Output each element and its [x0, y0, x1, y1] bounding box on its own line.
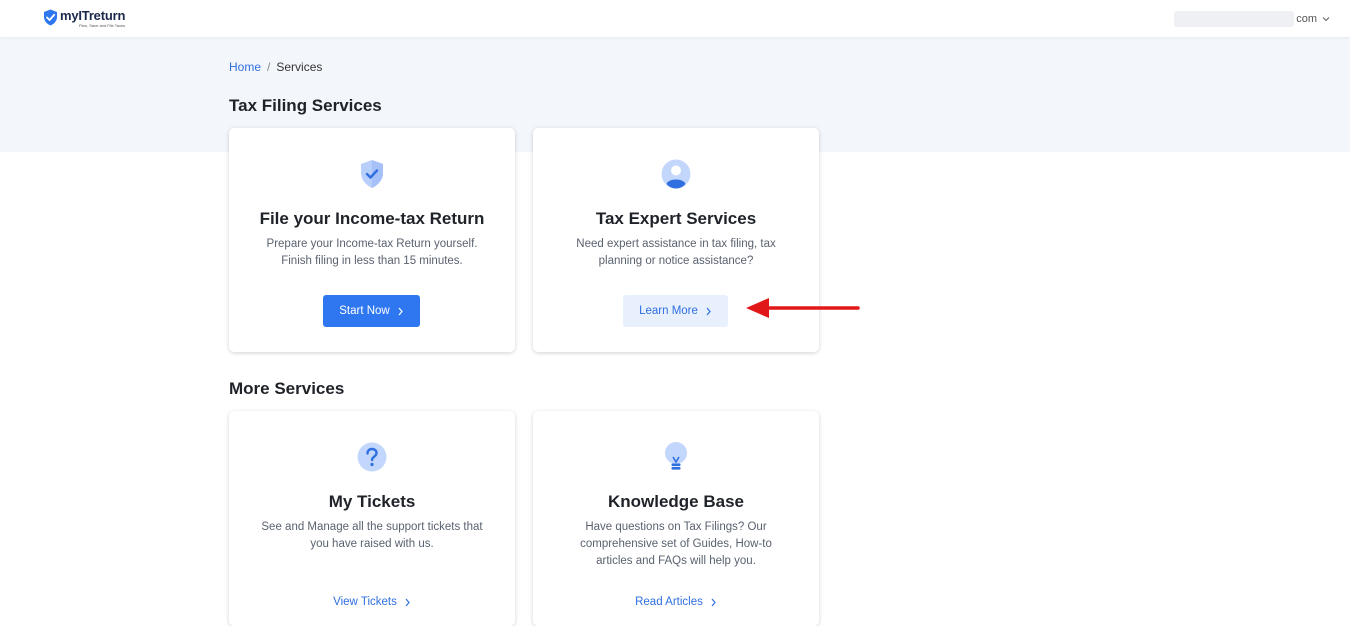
card-description-line: comprehensive set of Guides, How-to: [580, 538, 772, 550]
shield-check-icon: [361, 160, 383, 188]
card-title: File your Income-tax Return: [259, 209, 485, 228]
card-description: Have questions on Tax Filings? Our compr…: [553, 519, 799, 570]
user-email-redacted: [1174, 11, 1295, 27]
logo-shield-icon: [44, 9, 57, 26]
logo-name: myITreturn: [60, 8, 126, 23]
card-knowledge-base: Knowledge Base Have questions on Tax Fil…: [533, 411, 819, 626]
question-icon: [357, 442, 387, 472]
chevron-down-icon: [1322, 17, 1330, 22]
view-tickets-link[interactable]: View Tickets: [229, 596, 515, 608]
section-title-more-services: More Services: [229, 379, 345, 398]
chevron-right-icon: [405, 598, 410, 606]
card-description-line: Have questions on Tax Filings? Our: [585, 521, 767, 533]
start-now-button[interactable]: Start Now: [323, 295, 420, 327]
chevron-right-icon: [711, 598, 716, 606]
section-title-tax-filing: Tax Filing Services: [229, 96, 382, 115]
card-description-line: planning or notice assistance?: [598, 255, 754, 267]
user-avatar-icon: [661, 159, 691, 189]
lightbulb-icon: [665, 442, 687, 470]
chevron-right-icon: [398, 307, 403, 315]
chevron-right-icon: [706, 307, 711, 315]
card-title: My Tickets: [328, 492, 416, 511]
learn-more-button[interactable]: Learn More: [623, 295, 728, 327]
card-my-tickets: My Tickets See and Manage all the suppor…: [229, 411, 515, 626]
breadcrumb: Home / Services: [229, 60, 322, 74]
breadcrumb-home-link[interactable]: Home: [229, 60, 261, 74]
read-articles-label: Read Articles: [635, 596, 703, 608]
breadcrumb-current: Services: [276, 60, 323, 74]
card-title: Knowledge Base: [607, 492, 745, 511]
learn-more-label: Learn More: [639, 305, 698, 317]
card-description-line: Prepare your Income-tax Return yourself.: [266, 238, 478, 250]
card-description: Need expert assistance in tax filing, ta…: [553, 236, 799, 270]
view-tickets-label: View Tickets: [333, 596, 397, 608]
card-description-line: articles and FAQs will help you.: [596, 555, 756, 567]
breadcrumb-separator: /: [267, 60, 271, 74]
card-title: Tax Expert Services: [595, 209, 757, 228]
read-articles-link[interactable]: Read Articles: [533, 596, 819, 608]
top-bar: myITreturn Plan, Save and File Taxes com: [0, 0, 1350, 37]
logo-tagline: Plan, Save and File Taxes: [79, 23, 126, 28]
start-now-label: Start Now: [339, 305, 390, 317]
annotation-arrow-icon: [746, 298, 860, 318]
card-file-itr: File your Income-tax Return Prepare your…: [229, 128, 515, 352]
user-email-domain: com: [1296, 13, 1317, 25]
card-description: Prepare your Income-tax Return yourself.…: [249, 236, 495, 270]
card-description-line: See and Manage all the support tickets t…: [261, 521, 483, 533]
user-account-menu[interactable]: com: [1174, 11, 1330, 27]
card-description-line: Need expert assistance in tax filing, ta…: [576, 238, 776, 250]
card-description-line: Finish filing in less than 15 minutes.: [281, 255, 463, 267]
card-description-line: you have raised with us.: [310, 538, 434, 550]
brand-logo[interactable]: myITreturn Plan, Save and File Taxes: [43, 9, 125, 28]
card-description: See and Manage all the support tickets t…: [249, 519, 495, 553]
